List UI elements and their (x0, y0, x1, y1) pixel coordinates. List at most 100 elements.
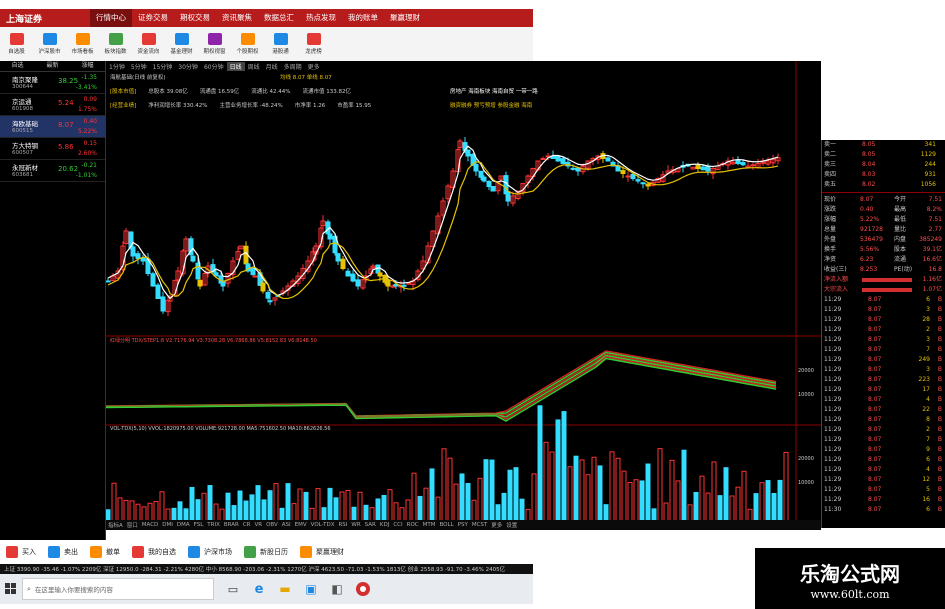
f10-perf-label[interactable]: [经营业绩] (110, 101, 136, 109)
indicator-tab-3[interactable]: DMI (160, 522, 175, 528)
stat-label: 今开 (894, 196, 907, 203)
watchlist-row[interactable]: 永冠新材 603681 20.62 -0.21 -1.01% (0, 160, 105, 182)
toolbar-item-4[interactable]: 资金流向 (132, 27, 165, 61)
volume-bar (381, 494, 387, 522)
indicator-tab-8[interactable]: CR (241, 522, 253, 528)
menu-hot[interactable]: 热点发现 (300, 9, 342, 27)
toolbar-item-9[interactable]: 龙虎榜 (297, 27, 330, 61)
indicator-tab-5[interactable]: FSL (192, 522, 206, 528)
action-button-1[interactable]: 卖出 (42, 546, 84, 558)
indicator-tab-22[interactable]: PSY (456, 522, 470, 528)
tick-price: 8.07 (868, 356, 882, 363)
task-view-icon[interactable]: ▭ (222, 578, 244, 600)
indicator-tab-20[interactable]: MTM (421, 522, 438, 528)
order-book-row: 卖一 8.05 341 (822, 140, 945, 150)
toolbar-icon-5 (174, 33, 189, 45)
order-label: 卖五 (824, 181, 837, 188)
period-tab-1[interactable]: 5分钟 (128, 62, 150, 71)
windows-start-icon[interactable] (0, 578, 22, 600)
indicator-tab-9[interactable]: VR (252, 522, 264, 528)
period-tab-0[interactable]: 1分钟 (106, 62, 128, 71)
indicator-tab-21[interactable]: BOLL (438, 522, 456, 528)
indicator-tab-23[interactable]: MCST (470, 522, 489, 528)
indicator-tab-7[interactable]: BRAR (222, 522, 241, 528)
action-button-3[interactable]: 我的自选 (126, 546, 182, 558)
period-tab-2[interactable]: 15分钟 (150, 62, 176, 71)
indicator-tab-2[interactable]: MACD (140, 522, 161, 528)
menu-finance[interactable]: 聚赢理财 (384, 9, 426, 27)
chart-area[interactable] (105, 61, 821, 526)
indicator-tab-16[interactable]: SAR (363, 522, 378, 528)
watchlist-row[interactable]: 方大特钢 600507 5.86 0.15 2.60% (0, 138, 105, 160)
indicator-tab-19[interactable]: ROC (405, 522, 421, 528)
tick-price: 8.07 (868, 306, 882, 313)
toolbar-item-5[interactable]: 基金理财 (165, 27, 198, 61)
action-button-4[interactable]: 沪深市场 (182, 546, 238, 558)
indicator-tab-25[interactable]: 设置 (504, 521, 519, 529)
tick-price: 8.07 (868, 426, 882, 433)
toolbar-item-3[interactable]: 板块指数 (99, 27, 132, 61)
indicator-tab-17[interactable]: KDJ (378, 522, 391, 528)
period-tab-5[interactable]: 日线 (226, 61, 245, 71)
indicator-tab-24[interactable]: 更多 (489, 521, 504, 529)
file-explorer-icon[interactable]: ▬ (274, 578, 296, 600)
indicator-tab-1[interactable]: 窗口 (125, 521, 140, 529)
watchlist-header-price[interactable]: 最新 (46, 61, 58, 71)
tick-row: 11:29 8.07 9 B (822, 445, 945, 455)
tick-time: 11:29 (824, 476, 842, 483)
action-button-6[interactable]: 聚赢理财 (294, 546, 350, 558)
watchlist-row[interactable]: 海欧基础 600515 8.07 0.40 5.22% (0, 116, 105, 138)
toolbar-item-1[interactable]: 沪深股市 (33, 27, 66, 61)
candle-body (252, 275, 258, 278)
indicator-tab-14[interactable]: RSI (336, 522, 349, 528)
app-icon[interactable]: ◧ (326, 578, 348, 600)
indicator-tab-18[interactable]: CCI (391, 522, 404, 528)
toolbar-label: 龙虎榜 (305, 49, 322, 55)
menu-options[interactable]: 期权交易 (174, 9, 216, 27)
volume-bar (213, 503, 219, 522)
watchlist-header-name[interactable]: 自选 (11, 61, 23, 71)
f10-cap-label[interactable]: [股本市值] (110, 87, 136, 95)
tick-volume: 17 (922, 386, 930, 393)
action-button-0[interactable]: 买入 (0, 546, 42, 558)
trading-app-icon[interactable] (352, 578, 374, 600)
indicator-tab-12[interactable]: EMV (293, 522, 309, 528)
taskbar-search-box[interactable]: ⌕ 在这里输入你要搜索的内容 (22, 578, 214, 600)
toolbar-item-8[interactable]: 港股通 (264, 27, 297, 61)
menu-trading[interactable]: 证券交易 (132, 9, 174, 27)
menu-bills[interactable]: 我的账单 (342, 9, 384, 27)
watchlist-header-change[interactable]: 涨幅 (81, 61, 93, 71)
period-tab-9[interactable]: 更多 (305, 62, 323, 71)
indicator-tab-10[interactable]: OBV (264, 522, 280, 528)
indicator-tab-6[interactable]: TRIX (205, 522, 222, 528)
indicator-tab-4[interactable]: DMA (175, 522, 192, 528)
menu-data[interactable]: 数据总汇 (258, 9, 300, 27)
period-tab-8[interactable]: 多周期 (281, 62, 305, 71)
edge-browser-icon[interactable]: e (248, 578, 270, 600)
period-tab-3[interactable]: 30分钟 (175, 62, 201, 71)
toolbar-item-2[interactable]: 市场看板 (66, 27, 99, 61)
stock-pct: -3.41% (75, 84, 97, 91)
toolbar-item-0[interactable]: 自选股 (0, 27, 33, 61)
stock-title: 海航基础(日线 前复权) (110, 75, 166, 81)
period-tab-4[interactable]: 60分钟 (201, 62, 227, 71)
period-tab-7[interactable]: 月线 (263, 62, 281, 71)
indicator-tab-15[interactable]: WR (349, 522, 362, 528)
indicator-tab-11[interactable]: ASI (280, 522, 293, 528)
toolbar-item-6[interactable]: 期权视窗 (198, 27, 231, 61)
watchlist-row[interactable]: 京运通 601908 5.24 0.09 1.75% (0, 94, 105, 116)
watchlist-row[interactable]: 南京聚隆 300644 38.25 -1.35 -3.41% (0, 72, 105, 94)
toolbar-item-7[interactable]: 个股期权 (231, 27, 264, 61)
action-button-2[interactable]: 撤单 (84, 546, 126, 558)
store-icon[interactable]: ▣ (300, 578, 322, 600)
kline-chart[interactable] (105, 61, 821, 526)
indicator-tab-0[interactable]: 指标A (106, 521, 125, 529)
menu-news[interactable]: 资讯聚焦 (216, 9, 258, 27)
menu-market[interactable]: 行情中心 (90, 9, 132, 27)
stat-value: 8.07 (860, 196, 874, 203)
tick-side: B (937, 356, 942, 363)
action-button-5[interactable]: 新股日历 (238, 546, 294, 558)
period-tab-6[interactable]: 周线 (245, 62, 263, 71)
volume-bar (225, 492, 231, 522)
indicator-tab-13[interactable]: VOL-TDX (309, 522, 337, 528)
